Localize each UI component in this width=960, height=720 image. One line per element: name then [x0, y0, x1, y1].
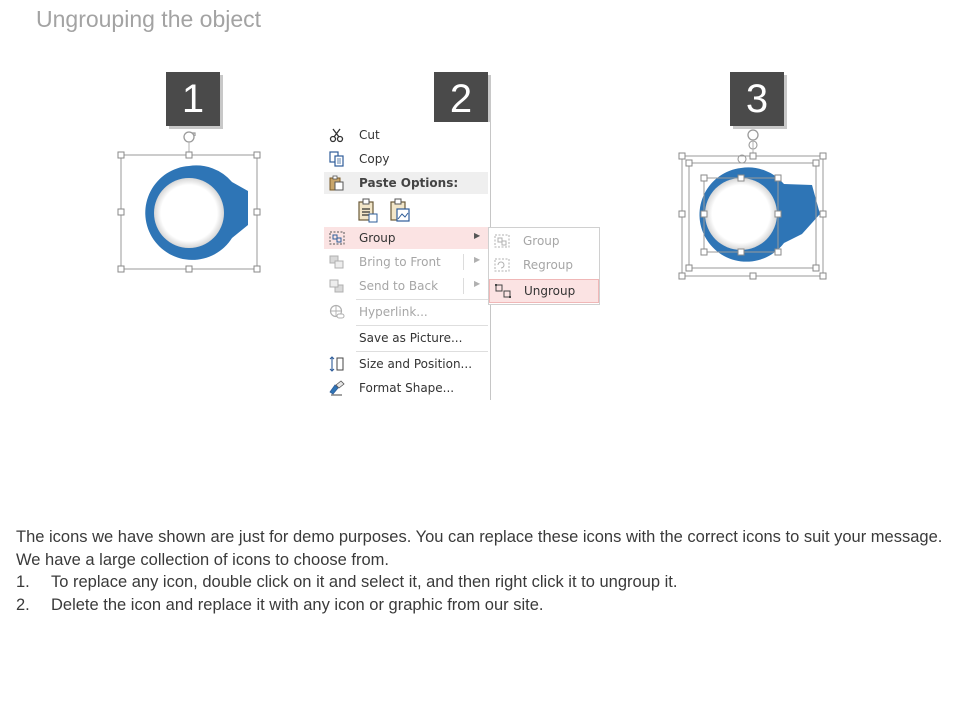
submenu-label-regroup: Regroup	[523, 258, 574, 272]
menu-label-cut: Cut	[359, 128, 380, 142]
submenu-arrow-icon: ▶	[474, 231, 481, 240]
ungroup-icon	[495, 284, 511, 298]
grouped-shape-selected[interactable]	[110, 125, 270, 280]
menu-item-save-as-picture[interactable]: Save as Picture...	[324, 327, 488, 349]
menu-item-copy[interactable]: Copy	[324, 148, 488, 170]
step-number: 1.	[16, 573, 30, 591]
step-badge-2: 2	[434, 72, 488, 126]
scissors-icon	[329, 128, 344, 143]
submenu-item-group[interactable]: Group	[489, 230, 599, 252]
menu-separator	[356, 299, 488, 300]
menu-item-hyperlink[interactable]: Hyperlink...	[324, 301, 488, 323]
regroup-icon	[494, 258, 510, 272]
menu-header-paste-options: Paste Options:	[324, 172, 488, 194]
submenu-item-regroup[interactable]: Regroup	[489, 254, 599, 276]
paste-use-destination-theme-icon[interactable]	[356, 198, 380, 224]
submenu-arrow-icon: ▶	[474, 279, 481, 288]
paste-icon	[329, 175, 344, 191]
menu-label-format-shape: Format Shape...	[359, 381, 455, 395]
context-menu: Cut Copy Paste Options: Group ▶ Bring to…	[324, 122, 491, 400]
submenu-arrow-icon: ▶	[474, 255, 481, 264]
menu-label-size-and-position: Size and Position...	[359, 357, 473, 371]
menu-label-bring-to-front: Bring to Front	[359, 255, 441, 269]
menu-item-size-and-position[interactable]: Size and Position...	[324, 353, 488, 375]
size-position-icon	[329, 356, 344, 372]
instruction-step-1: 1. To replace any icon, double click on …	[16, 571, 946, 594]
group-icon	[494, 234, 510, 248]
menu-item-bring-to-front[interactable]: Bring to Front ▶	[324, 251, 488, 273]
send-to-back-icon	[329, 279, 344, 293]
instructions-intro: The icons we have shown are just for dem…	[16, 528, 943, 569]
menu-label-hyperlink: Hyperlink...	[359, 305, 428, 319]
split-separator	[463, 254, 464, 270]
step-badge-3: 3	[730, 72, 784, 126]
menu-item-format-shape[interactable]: Format Shape...	[324, 377, 488, 399]
step-text: Delete the icon and replace it with any …	[51, 595, 544, 614]
menu-label-group: Group	[359, 231, 396, 245]
menu-label-paste-options: Paste Options:	[359, 176, 459, 190]
step-number: 2.	[16, 595, 30, 614]
ungrouped-shapes-selected[interactable]	[672, 125, 837, 285]
menu-item-cut[interactable]: Cut	[324, 124, 488, 146]
format-shape-icon	[329, 380, 345, 396]
step-text: To replace any icon, double click on it …	[51, 573, 678, 591]
menu-separator	[356, 325, 488, 326]
split-separator	[463, 278, 464, 294]
paste-as-picture-icon[interactable]	[388, 198, 412, 224]
step-badge-1: 1	[166, 72, 220, 126]
group-icon	[329, 231, 345, 245]
copy-icon	[329, 151, 344, 167]
menu-separator	[356, 351, 488, 352]
menu-label-copy: Copy	[359, 152, 390, 166]
instructions-text: The icons we have shown are just for dem…	[16, 526, 946, 616]
paste-options-row	[356, 198, 436, 226]
hyperlink-icon	[329, 304, 345, 319]
menu-label-send-to-back: Send to Back	[359, 279, 439, 293]
slide-title: Ungrouping the object	[36, 6, 262, 32]
menu-label-save-as-picture: Save as Picture...	[359, 331, 463, 345]
submenu-item-ungroup[interactable]: Ungroup	[489, 279, 599, 303]
submenu-label-group: Group	[523, 234, 560, 248]
rotate-handle-icon[interactable]	[183, 131, 196, 143]
bring-to-front-icon	[329, 255, 344, 269]
menu-item-send-to-back[interactable]: Send to Back ▶	[324, 275, 488, 297]
menu-item-group[interactable]: Group ▶	[324, 227, 488, 249]
group-submenu: Group Regroup Ungroup	[488, 227, 600, 305]
instruction-step-2: 2. Delete the icon and replace it with a…	[16, 594, 946, 617]
submenu-label-ungroup: Ungroup	[524, 284, 576, 298]
